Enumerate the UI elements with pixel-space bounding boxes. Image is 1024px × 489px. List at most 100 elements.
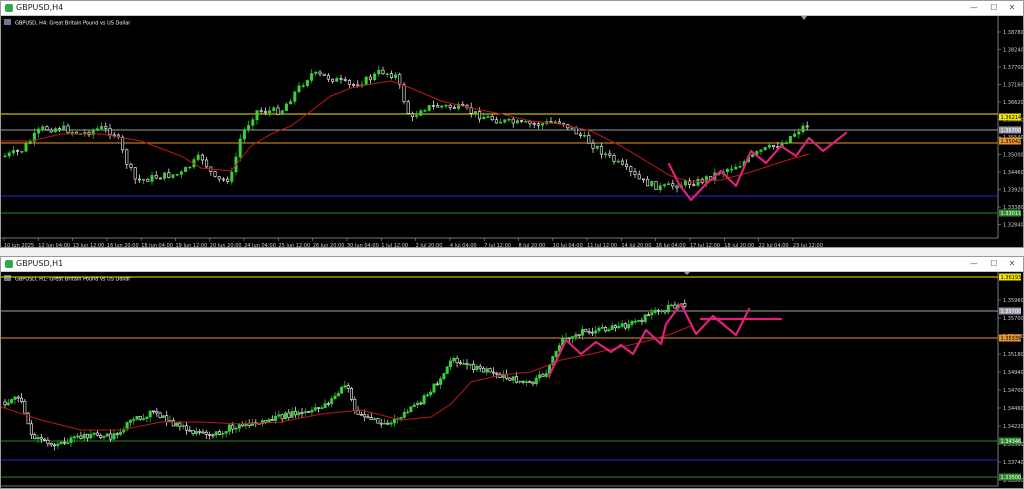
bullish-candle (313, 407, 317, 411)
time-tick-label: 14 Jul 20:00 (621, 243, 651, 247)
bullish-candle (221, 433, 225, 435)
chart-window-h1[interactable]: GBPUSD,H1 — ☐ ✕ GBPUSD, H1: Great Britai… (0, 256, 1024, 489)
bearish-candle (458, 362, 462, 365)
price-tick-label: 1.34220 (1003, 424, 1023, 430)
bullish-candle (373, 73, 377, 81)
bullish-candle (534, 377, 538, 385)
bearish-candle (49, 129, 53, 133)
bearish-candle (646, 178, 650, 187)
bullish-candle (627, 324, 631, 329)
bearish-candle (3, 401, 7, 406)
bearish-candle (528, 381, 532, 383)
bearish-candle (178, 422, 182, 427)
price-tick-label: 1.33920 (1003, 187, 1023, 193)
bearish-candle (152, 410, 156, 413)
bullish-candle (145, 416, 149, 419)
price-chart-svg[interactable]: GBPUSD, H4: Great Britain Pound vs US Do… (1, 16, 1023, 247)
bullish-candle (272, 107, 276, 111)
bullish-candle (784, 142, 788, 145)
bullish-candle (301, 85, 305, 87)
time-tick-label: 11 Jul 12:00 (587, 243, 617, 247)
price-chart-area[interactable]: GBPUSD, H4: Great Britain Pound vs US Do… (1, 16, 1023, 247)
chart-window-h4[interactable]: GBPUSD,H4 — ☐ ✕ GBPUSD, H4: Great Britai… (0, 0, 1024, 248)
bearish-candle (276, 107, 280, 115)
minimize-button[interactable]: — (965, 1, 983, 15)
bearish-candle (514, 376, 518, 383)
price-tag-label: 1.33500 (1001, 475, 1022, 481)
window-titlebar[interactable]: GBPUSD,H1 — ☐ ✕ (1, 257, 1023, 272)
bearish-candle (574, 127, 578, 135)
bullish-candle (179, 171, 183, 175)
minimize-button[interactable]: — (965, 257, 983, 271)
close-button[interactable]: ✕ (1003, 1, 1021, 15)
time-tick-label: 26 Jun 20:00 (313, 243, 345, 247)
time-tick-label: 12 Jun 04:00 (38, 243, 70, 247)
maximize-button[interactable]: ☐ (985, 1, 1003, 15)
price-tick-label: 1.38240 (1003, 47, 1023, 53)
bearish-candle (86, 433, 90, 439)
bullish-candle (56, 443, 60, 446)
bearish-candle (211, 434, 215, 437)
bullish-candle (544, 373, 548, 377)
bullish-candle (637, 320, 641, 322)
bearish-candle (452, 107, 456, 109)
bullish-candle (20, 150, 24, 153)
bullish-candle (554, 350, 558, 357)
bullish-candle (630, 320, 634, 325)
bullish-candle (53, 128, 57, 133)
bearish-candle (591, 142, 595, 149)
bearish-candle (532, 123, 536, 125)
bullish-candle (788, 136, 792, 144)
bearish-candle (528, 120, 532, 124)
bullish-candle (751, 154, 755, 158)
bearish-candle (495, 372, 499, 375)
bearish-candle (587, 331, 591, 334)
symbol-icon (4, 275, 11, 281)
bearish-candle (307, 411, 311, 413)
bullish-candle (650, 312, 654, 316)
bullish-candle (667, 183, 671, 185)
bullish-candle (607, 329, 611, 332)
bearish-candle (488, 368, 492, 373)
bearish-candle (640, 320, 644, 322)
bullish-candle (382, 422, 386, 425)
bearish-candle (604, 327, 608, 332)
bearish-candle (241, 424, 245, 427)
bearish-candle (205, 159, 209, 168)
time-tick-label: 16 Jun 20:00 (107, 243, 139, 247)
bearish-candle (346, 385, 350, 389)
bullish-candle (394, 74, 398, 78)
bearish-candle (300, 412, 304, 414)
bearish-candle (52, 444, 56, 447)
bearish-candle (204, 431, 208, 435)
bearish-candle (531, 381, 535, 385)
bearish-candle (167, 172, 171, 178)
maximize-button[interactable]: ☐ (985, 257, 1003, 271)
time-tick-label: 25 Jun 12:00 (278, 243, 310, 247)
bullish-candle (323, 403, 327, 409)
time-tick-label: 24 Jun 04:00 (244, 243, 276, 247)
price-chart-svg[interactable]: GBPUSD, H1: Great Britain Pound vs US Do… (1, 272, 1023, 488)
bearish-candle (478, 365, 482, 369)
time-tick-label: 4 Jul 04:00 (450, 243, 477, 247)
bullish-candle (330, 398, 334, 405)
price-chart-area[interactable]: GBPUSD, H1: Great Britain Pound vs US Do… (1, 272, 1023, 488)
bullish-candle (445, 366, 449, 374)
bullish-candle (28, 141, 32, 144)
window-title: GBPUSD,H4 (16, 3, 64, 12)
bullish-candle (102, 435, 106, 438)
bearish-candle (629, 166, 633, 172)
bullish-candle (440, 105, 444, 108)
window-titlebar[interactable]: GBPUSD,H4 — ☐ ✕ (1, 1, 1023, 16)
bearish-candle (58, 128, 62, 131)
bearish-candle (217, 176, 221, 180)
bearish-candle (410, 113, 414, 117)
close-button[interactable]: ✕ (1003, 257, 1021, 271)
bullish-candle (670, 304, 674, 307)
bullish-candle (112, 433, 116, 440)
bullish-candle (402, 412, 406, 418)
bullish-candle (41, 126, 45, 130)
bullish-candle (759, 149, 763, 152)
bullish-candle (234, 427, 238, 430)
bearish-candle (366, 416, 370, 419)
